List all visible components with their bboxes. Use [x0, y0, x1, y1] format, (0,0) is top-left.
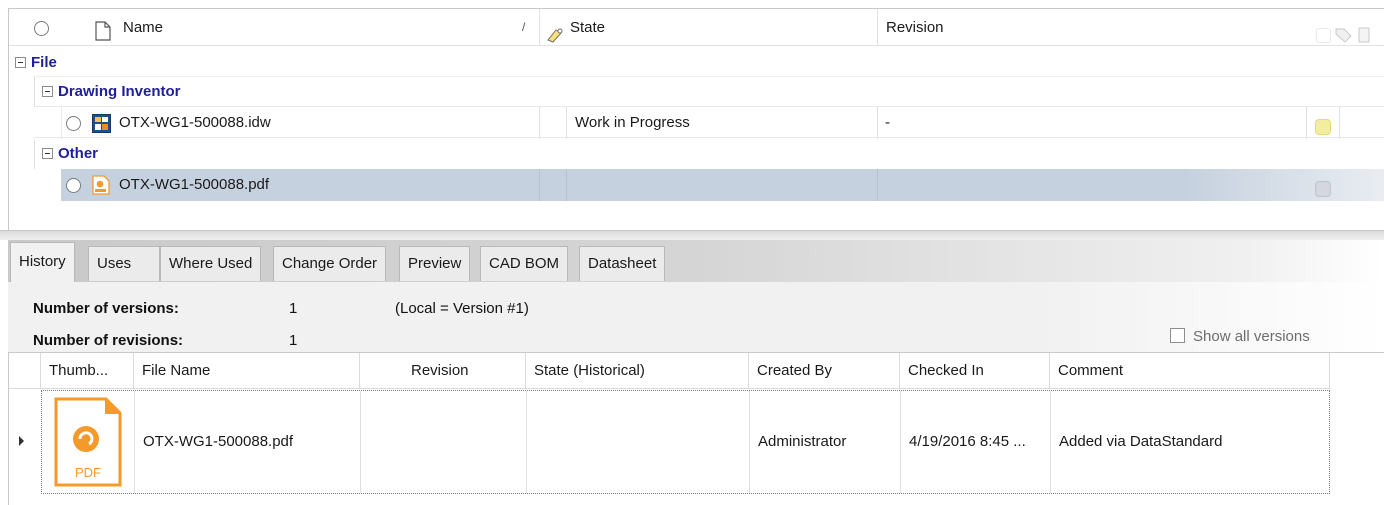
column-header-comment[interactable]: Comment	[1050, 353, 1330, 389]
tab-history[interactable]: History	[10, 242, 75, 282]
history-checked-in: 4/19/2016 8:45 ...	[901, 391, 1051, 493]
panel-splitter[interactable]	[0, 230, 1384, 240]
column-chooser-icon[interactable]	[1358, 20, 1370, 43]
revisions-label: Number of revisions:	[33, 332, 184, 349]
tab-uses[interactable]: Uses	[88, 246, 160, 281]
file-revision: -	[885, 114, 890, 131]
group-label: Other	[58, 145, 99, 162]
column-header-thumbnail[interactable]: Thumb...	[41, 353, 134, 389]
current-row-indicator-icon	[19, 436, 24, 446]
tab-where-used[interactable]: Where Used	[160, 246, 262, 281]
group-label: File	[31, 54, 57, 71]
show-all-versions-label: Show all versions	[1193, 328, 1310, 345]
collapse-icon[interactable]	[42, 147, 53, 159]
group-label: Drawing Inventor	[58, 83, 181, 100]
thumbnail-cell: PDF	[42, 391, 135, 493]
file-row[interactable]: OTX-WG1-500088.idw Work in Progress -	[34, 106, 1384, 139]
collapse-icon[interactable]	[15, 56, 26, 68]
column-header-state-historical[interactable]: State (Historical)	[526, 353, 749, 389]
state-color-swatch	[1315, 115, 1331, 135]
history-file-name: OTX-WG1-500088.pdf	[135, 391, 361, 493]
state-color-swatch	[1315, 177, 1331, 197]
column-header-name[interactable]: Name	[123, 9, 163, 46]
file-row-selected[interactable]: OTX-WG1-500088.pdf	[61, 169, 1384, 201]
select-all-radio[interactable]	[34, 9, 49, 46]
tab-bar: History Uses Where Used Change Order Pre…	[8, 240, 1384, 282]
collapse-icon[interactable]	[42, 85, 53, 97]
pdf-file-icon	[92, 175, 110, 195]
pdf-thumbnail-icon: PDF	[54, 397, 122, 487]
row-radio[interactable]	[66, 107, 81, 139]
local-version-note: (Local = Version #1)	[395, 300, 529, 317]
file-state: Work in Progress	[575, 114, 690, 131]
file-name: OTX-WG1-500088.idw	[119, 114, 271, 131]
thumbnail-label: PDF	[75, 465, 101, 480]
group-row-file[interactable]: File	[9, 47, 1384, 79]
inventor-drawing-icon	[92, 113, 111, 133]
document-icon	[95, 18, 111, 41]
history-row[interactable]: PDF OTX-WG1-500088.pdf Administrator 4/1…	[41, 390, 1330, 494]
column-header-created-by[interactable]: Created By	[749, 353, 900, 389]
versions-value: 1	[289, 300, 298, 317]
versions-label: Number of versions:	[33, 300, 179, 317]
revisions-value: 1	[289, 332, 298, 349]
file-grid[interactable]: Name / State Revision File Drawing Inven…	[8, 8, 1384, 230]
column-header-file-name[interactable]: File Name	[134, 353, 360, 389]
tag-icon	[1335, 20, 1353, 43]
lifecycle-state-icon	[546, 20, 564, 43]
checkbox-icon[interactable]	[1170, 327, 1185, 343]
history-table[interactable]: Thumb... File Name Revision State (Histo…	[8, 352, 1384, 505]
row-header-corner	[9, 353, 41, 389]
history-revision	[361, 391, 527, 493]
file-name: OTX-WG1-500088.pdf	[119, 176, 270, 193]
file-grid-header: Name / State Revision	[9, 9, 1384, 46]
column-header-revision[interactable]: Revision	[886, 9, 944, 46]
group-row-drawing-inventor[interactable]: Drawing Inventor	[34, 76, 1384, 106]
tab-preview[interactable]: Preview	[399, 246, 471, 281]
header-checkbox[interactable]	[1316, 20, 1331, 43]
column-header-state[interactable]: State	[570, 9, 605, 46]
history-state	[527, 391, 750, 493]
sort-indicator-icon: /	[522, 20, 526, 34]
tab-datasheet[interactable]: Datasheet	[579, 246, 666, 281]
column-header-checked-in[interactable]: Checked In	[900, 353, 1050, 389]
history-created-by: Administrator	[750, 391, 901, 493]
tab-cad-bom[interactable]: CAD BOM	[480, 246, 569, 281]
group-row-other[interactable]: Other	[34, 139, 1384, 169]
show-all-versions-checkbox[interactable]: Show all versions	[1170, 327, 1310, 345]
tab-change-order[interactable]: Change Order	[273, 246, 387, 281]
column-header-revision[interactable]: Revision	[360, 353, 526, 389]
row-radio[interactable]	[66, 169, 81, 201]
history-comment: Added via DataStandard	[1059, 433, 1223, 450]
details-panel: History Uses Where Used Change Order Pre…	[8, 240, 1384, 505]
